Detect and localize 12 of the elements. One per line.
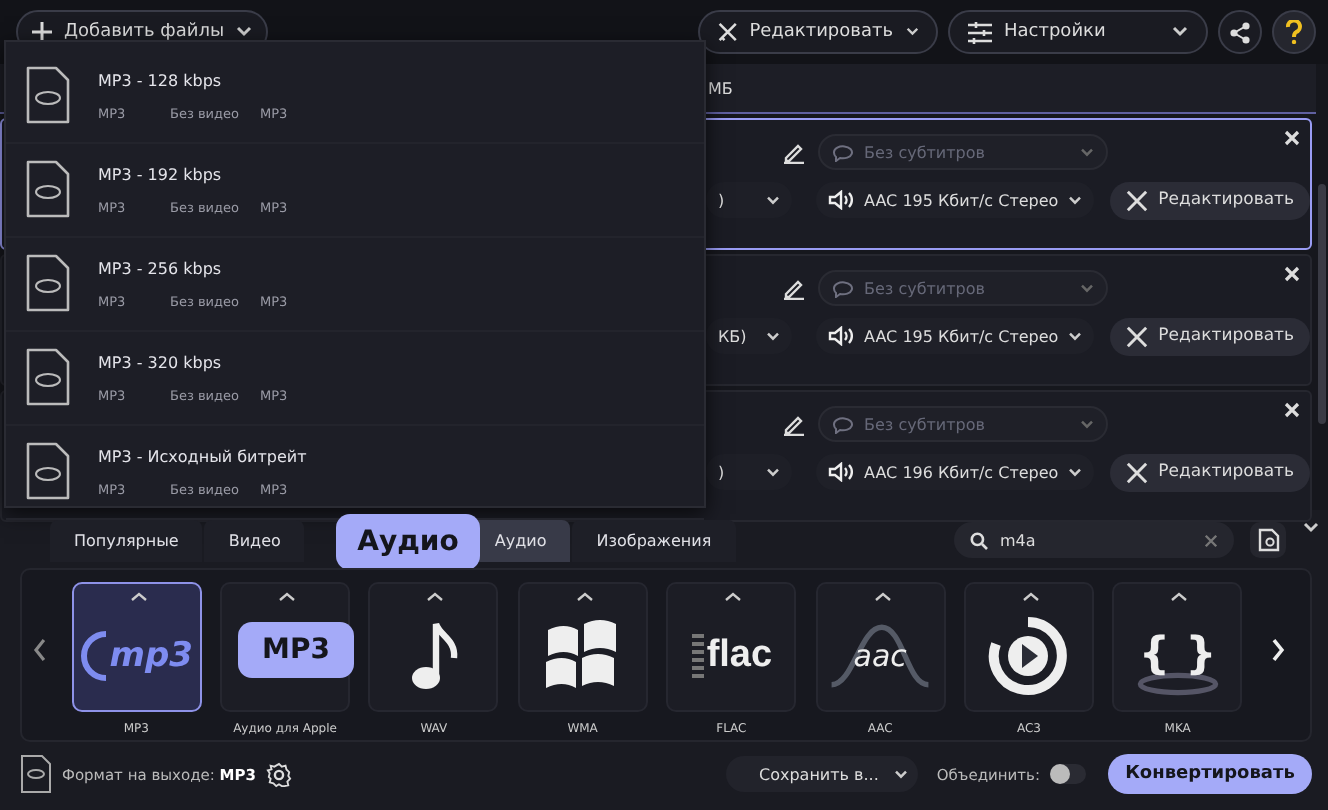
header-text: МБ — [708, 79, 733, 97]
mp3-logo: mp3 — [109, 635, 193, 675]
preset-title: MP3 - 320 kbps — [98, 353, 224, 371]
tooltip: Аудио — [336, 514, 480, 570]
preset-title: MP3 - 128 kbps — [98, 71, 224, 89]
preset-title: MP3 - 256 kbps — [98, 259, 224, 277]
braces-logo: { } — [1138, 630, 1217, 680]
preset-title: MP3 - Исходный битрейт — [98, 447, 307, 465]
preset-title: MP3 - 192 kbps — [98, 165, 224, 183]
flac-logo: flac — [706, 633, 773, 677]
tooltip: MP3 — [238, 622, 354, 678]
aac-logo: aac — [853, 637, 907, 673]
